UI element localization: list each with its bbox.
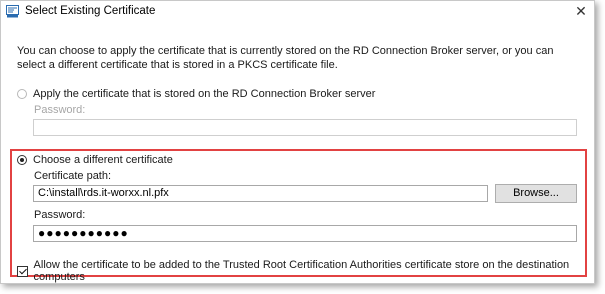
certificate-path-label: Certificate path: (34, 170, 112, 182)
option-file-row[interactable]: Choose a different certificate (17, 154, 173, 166)
title-bar: Select Existing Certificate ✕ (1, 1, 594, 23)
option-broker-row[interactable]: Apply the certificate that is stored on … (17, 88, 375, 100)
certificate-path-input[interactable]: C:\install\rds.it-worxx.nl.pfx (33, 185, 488, 202)
broker-radio-button[interactable] (17, 89, 27, 99)
broker-password-label: Password: (34, 104, 86, 116)
broker-password-field[interactable] (33, 119, 577, 136)
browse-button[interactable]: Browse... (495, 184, 577, 203)
dialog-window: Select Existing Certificate ✕ You can ch… (0, 0, 595, 284)
certificate-password-label: Password: (34, 209, 86, 221)
intro-text: You can choose to apply the certificate … (17, 45, 554, 71)
broker-radio-label: Apply the certificate that is stored on … (33, 88, 376, 100)
file-radio-label: Choose a different certificate (33, 154, 173, 166)
highlight-annotation (10, 149, 587, 277)
trust-checkbox-row[interactable]: Allow the certificate to be added to the… (17, 259, 594, 283)
certificate-password-field[interactable]: ●●●●●●●●●●● (33, 225, 577, 242)
file-radio-button[interactable] (17, 155, 27, 165)
close-button[interactable]: ✕ (568, 1, 594, 21)
certificate-app-icon (6, 5, 19, 18)
trust-checkbox[interactable] (17, 265, 28, 277)
trust-checkbox-label: Allow the certificate to be added to the… (33, 259, 570, 283)
dialog-title: Select Existing Certificate (25, 5, 156, 17)
